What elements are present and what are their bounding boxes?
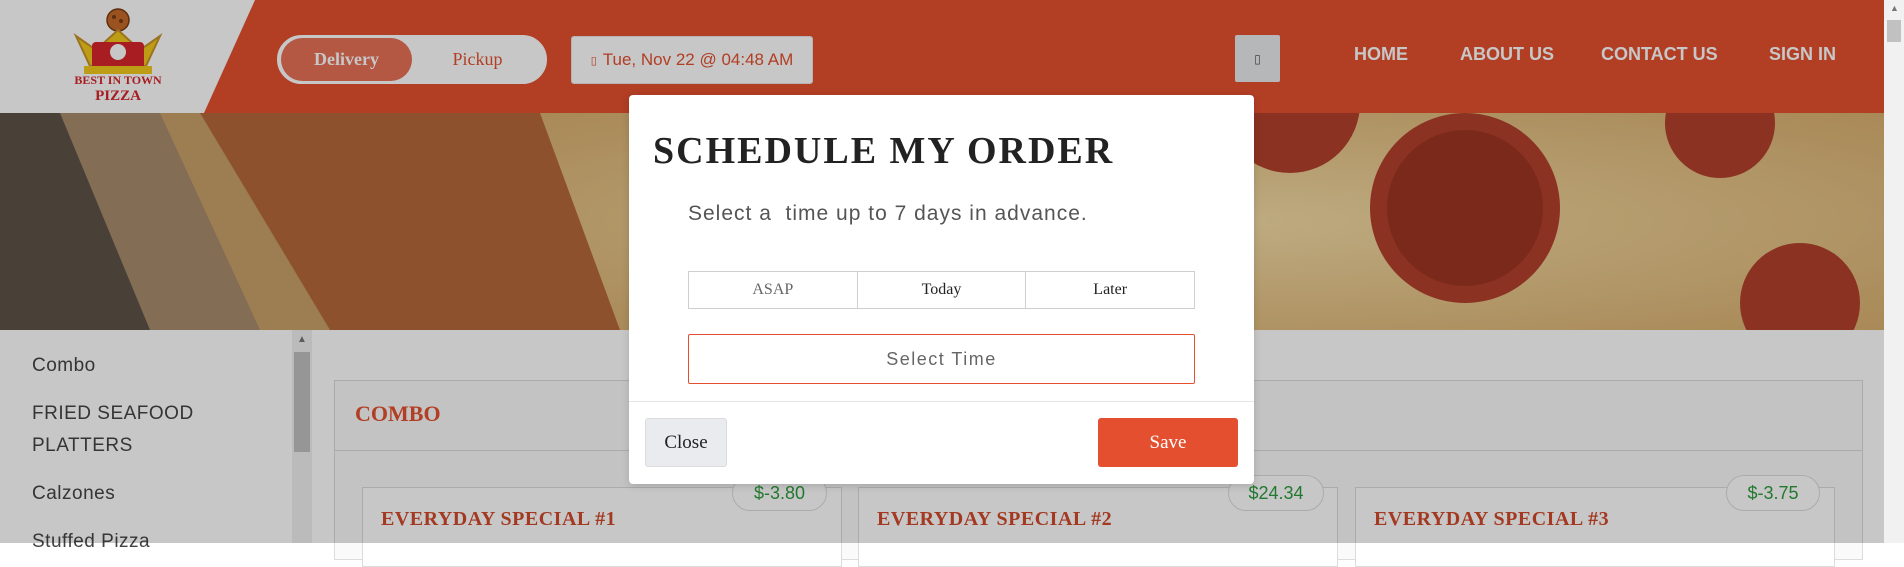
close-button[interactable]: Close [645,418,727,467]
schedule-options: ASAP Today Later [688,271,1195,309]
schedule-order-modal: SCHEDULE MY ORDER Select a time up to 7 … [629,95,1254,484]
save-button[interactable]: Save [1098,418,1238,467]
modal-footer: Close Save [629,401,1254,484]
later-option[interactable]: Later [1026,272,1194,308]
asap-option[interactable]: ASAP [689,272,858,308]
page-scroll-up-icon[interactable]: ▲ [1890,3,1899,13]
select-time-field[interactable]: Select Time [688,334,1195,384]
modal-subtitle: Select a time up to 7 days in advance. [688,202,1088,225]
modal-title: SCHEDULE MY ORDER [653,130,1115,172]
page-scrollbar[interactable] [1884,0,1904,543]
today-option[interactable]: Today [858,272,1027,308]
page-scroll-thumb[interactable] [1887,20,1901,42]
